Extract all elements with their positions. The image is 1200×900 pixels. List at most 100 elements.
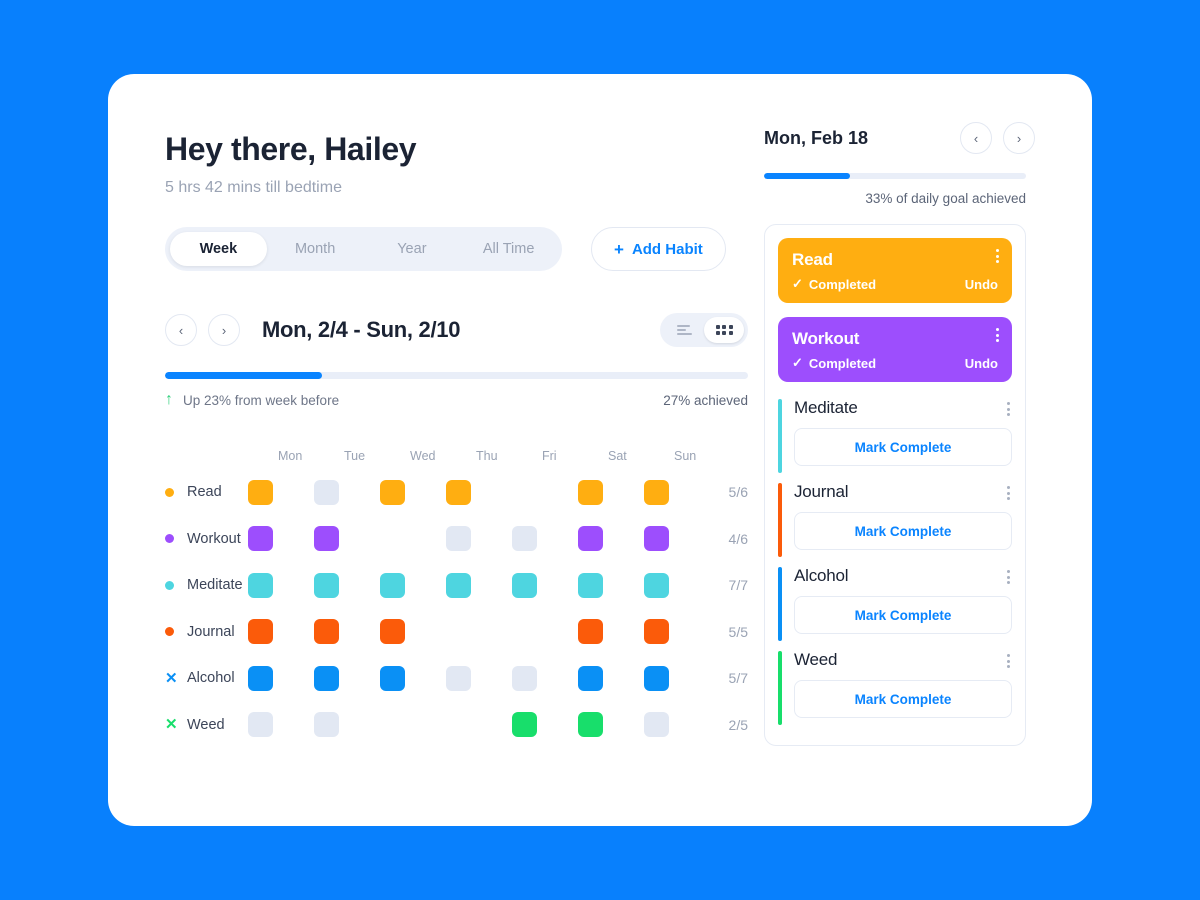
habit-cell-sat[interactable]: [578, 619, 644, 645]
habit-cell-thu[interactable]: [446, 526, 512, 552]
habit-cell-fri[interactable]: [512, 665, 578, 691]
habit-cell-sun[interactable]: [644, 526, 710, 552]
cell-missed: [248, 712, 274, 738]
habit-cell-fri[interactable]: [512, 712, 578, 738]
habit-cell-sat[interactable]: [578, 665, 644, 691]
habit-cell-mon[interactable]: [248, 665, 314, 691]
habit-cell-wed[interactable]: [380, 479, 446, 505]
day-prev-button[interactable]: ‹: [960, 122, 992, 154]
cell-done: [380, 619, 406, 645]
cell-done: [578, 665, 604, 691]
habit-row-name: Meditate: [165, 577, 248, 593]
dot-icon: [165, 580, 187, 590]
habit-name-label: Workout: [187, 530, 241, 547]
list-view-button[interactable]: [664, 317, 704, 343]
habit-cell-thu[interactable]: [446, 619, 512, 644]
more-options-icon[interactable]: [996, 328, 999, 342]
habit-cell-mon[interactable]: [248, 526, 314, 552]
cell-done: [446, 572, 472, 598]
add-habit-button[interactable]: + Add Habit: [591, 227, 726, 271]
mark-complete-button[interactable]: Mark Complete: [794, 512, 1012, 550]
undo-button[interactable]: Undo: [965, 356, 998, 371]
habit-name-label: Meditate: [187, 577, 243, 594]
habit-cell-sat[interactable]: [578, 526, 644, 552]
habit-cell-tue[interactable]: [314, 526, 380, 552]
habit-cell-thu[interactable]: [446, 572, 512, 598]
cell-done: [512, 712, 538, 738]
habit-cell-wed[interactable]: [380, 712, 446, 737]
cell-done: [314, 572, 340, 598]
habit-cell-sun[interactable]: [644, 572, 710, 598]
habit-cell-tue[interactable]: [314, 479, 380, 505]
habit-cell-sat[interactable]: [578, 712, 644, 738]
habit-cell-tue[interactable]: [314, 572, 380, 598]
cell-missed: [644, 712, 670, 738]
habit-accent-bar: [778, 483, 782, 557]
habit-cell-tue[interactable]: [314, 619, 380, 645]
mark-complete-button[interactable]: Mark Complete: [794, 428, 1012, 466]
more-options-icon[interactable]: [1007, 402, 1010, 416]
habit-cell-fri[interactable]: [512, 526, 578, 552]
habit-row: Meditate 7/7: [165, 562, 748, 609]
undo-button[interactable]: Undo: [965, 277, 998, 292]
habit-cell-sat[interactable]: [578, 572, 644, 598]
day-label-wed: Wed: [410, 449, 436, 463]
habit-count: 2/5: [728, 716, 748, 733]
habit-cell-fri[interactable]: [512, 572, 578, 598]
habit-cell-wed[interactable]: [380, 665, 446, 691]
week-prev-button[interactable]: ‹: [165, 314, 197, 346]
dot-icon: [165, 487, 187, 497]
more-options-icon[interactable]: [996, 249, 999, 263]
habit-cell-sun[interactable]: [644, 665, 710, 691]
more-options-icon[interactable]: [1007, 570, 1010, 584]
cell-done: [578, 619, 604, 645]
habit-cell-sun[interactable]: [644, 479, 710, 505]
page-title: Hey there, Hailey: [165, 131, 417, 167]
habit-cell-wed[interactable]: [380, 572, 446, 598]
mark-complete-button[interactable]: Mark Complete: [794, 680, 1012, 718]
habit-cell-mon[interactable]: [248, 479, 314, 505]
cell-done: [380, 665, 406, 691]
habit-cell-thu[interactable]: [446, 479, 512, 505]
habit-cell-sun[interactable]: [644, 619, 710, 645]
grid-view-button[interactable]: [704, 317, 744, 343]
mark-complete-button[interactable]: Mark Complete: [794, 596, 1012, 634]
week-next-button[interactable]: ›: [208, 314, 240, 346]
more-options-icon[interactable]: [1007, 486, 1010, 500]
week-navigation: ‹ › Mon, 2/4 - Sun, 2/10: [165, 313, 748, 347]
day-next-button[interactable]: ›: [1003, 122, 1035, 154]
today-habit-list: Read ✓ Completed Undo Workout ✓ Completed Undo M…: [764, 224, 1026, 746]
habit-cell-fri[interactable]: [512, 480, 578, 505]
habit-cell-sat[interactable]: [578, 479, 644, 505]
habit-cell-mon[interactable]: [248, 619, 314, 645]
habit-cell-wed[interactable]: [380, 619, 446, 645]
habit-cell-thu[interactable]: [446, 665, 512, 691]
week-progress-fill: [165, 372, 323, 379]
habit-cell-tue[interactable]: [314, 712, 380, 738]
habit-cell-thu[interactable]: [446, 712, 512, 737]
habit-accent-bar: [778, 567, 782, 641]
day-labels: Mon Tue Wed Thu Fri Sat Sun: [278, 449, 740, 463]
week-progress-bar: [165, 372, 748, 379]
achieved-label: 27% achieved: [663, 392, 748, 408]
habit-cell-fri[interactable]: [512, 619, 578, 644]
tab-week[interactable]: Week: [170, 232, 267, 266]
tab-all-time[interactable]: All Time: [460, 232, 557, 266]
habit-cell-mon[interactable]: [248, 712, 314, 738]
range-tab-bar: Week Month Year All Time: [165, 227, 562, 271]
habit-cell-wed[interactable]: [380, 526, 446, 551]
tab-month[interactable]: Month: [267, 232, 364, 266]
habit-cell-mon[interactable]: [248, 572, 314, 598]
habit-card-title: Journal: [794, 482, 849, 501]
day-progress-fill: [764, 173, 851, 179]
habit-cell-tue[interactable]: [314, 665, 380, 691]
cell-none: [446, 712, 471, 737]
more-options-icon[interactable]: [1007, 654, 1010, 668]
habit-row-name: ✕ Alcohol: [165, 670, 248, 686]
plus-icon: +: [614, 239, 624, 259]
habit-cell-sun[interactable]: [644, 712, 710, 738]
cell-none: [512, 480, 537, 505]
day-label-tue: Tue: [344, 449, 366, 463]
cell-missed: [314, 712, 340, 738]
tab-year[interactable]: Year: [364, 232, 461, 266]
